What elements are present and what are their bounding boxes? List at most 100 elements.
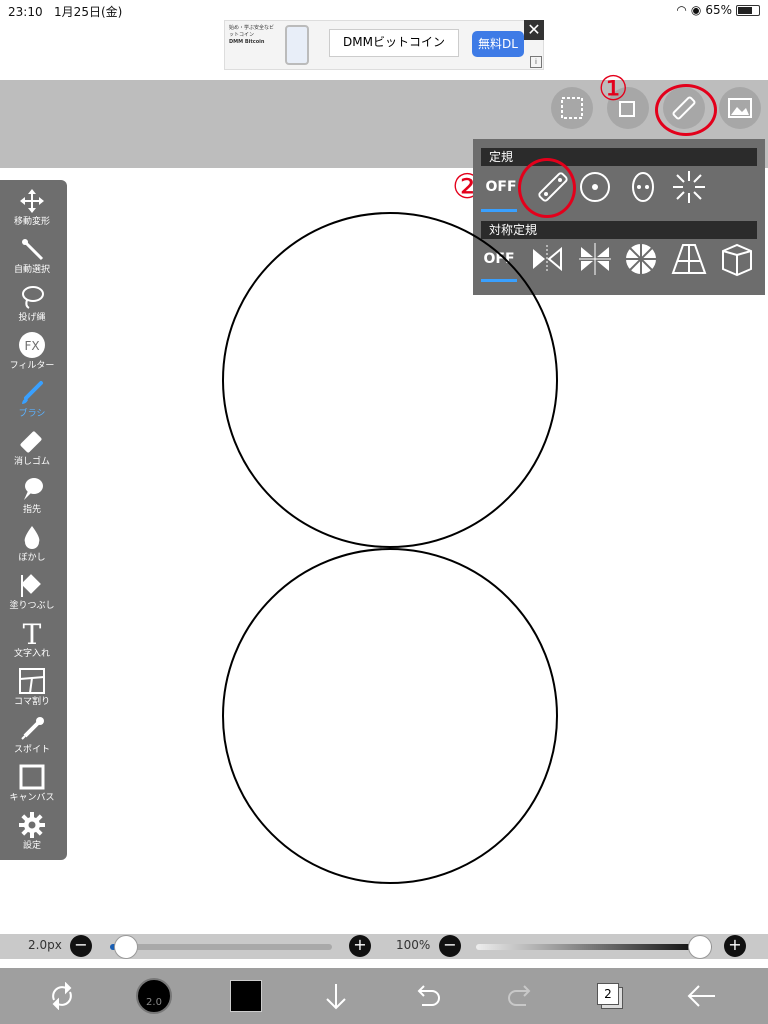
undo-icon [417,985,440,1006]
tool-fill[interactable]: 塗りつぶし [0,570,64,618]
arrow-left-icon [687,985,715,1007]
redo-icon [508,985,531,1006]
download-button[interactable] [316,976,356,1016]
tool-settings-label: 設定 [22,841,41,851]
ad-tagline: 始め・学ぶ安全なビットコイン [229,25,275,38]
layers-button[interactable]: 2 [590,976,630,1016]
selection-button[interactable] [551,87,593,129]
opacity-plus-button[interactable]: + [724,935,746,957]
tool-filter[interactable]: FX フィルター [0,330,64,378]
brush-size-slider[interactable] [110,944,332,950]
ad-mini-text: 始め・学ぶ安全なビットコイン DMM Bitcoin [229,25,277,65]
tool-canvas[interactable]: キャンバス [0,762,64,810]
battery-percent: 65% [705,3,732,17]
tool-eraser[interactable]: 消しゴム [0,426,64,474]
ad-title: DMMビットコイン [329,29,459,57]
tool-fill-label: 塗りつぶし [9,601,55,611]
layers-stack-icon: 2 [597,983,623,1009]
wifi-icon: ◠ [676,3,687,17]
location-icon: ◉ [690,3,702,17]
tool-blur-label: ぼかし [18,553,46,563]
tool-lasso-label: 投げ縄 [18,313,46,323]
layer-count: 2 [597,983,619,1005]
tool-brush[interactable]: ブラシ [0,378,64,426]
blur-icon [24,526,40,549]
brush-size-preview-value: 2.0 [146,997,162,1008]
tool-finger-label: 指先 [22,505,41,515]
ad-download-button[interactable]: 無料DL [472,31,524,57]
ad-close-button[interactable]: ✕ [524,20,544,40]
finger-icon [24,478,43,500]
tool-eyedropper[interactable]: スポイト [0,714,64,762]
tool-text-label: 文字入れ [13,649,50,659]
opacity-minus-button[interactable]: − [439,935,461,957]
status-bar: 23:10 1月25日(金) ◠ ◉ 65% [0,0,768,20]
tool-magic-wand[interactable]: 自動選択 [0,234,64,282]
left-toolbar: 移動変形 自動選択 投げ縄 FX フィルター ブラシ 消しゴム 指先 ぼかし 塗… [0,180,67,860]
drawn-circle-bottom [222,548,558,884]
svg-text:FX: FX [24,339,39,353]
undo-button[interactable] [408,976,448,1016]
brush-size-button[interactable]: 2.0 [134,976,174,1016]
arrow-down-icon [326,984,346,1010]
fill-icon [21,574,41,597]
brush-icon [22,381,43,404]
text-icon: T [23,619,42,647]
magic-wand-icon [22,239,44,261]
brush-size-minus-button[interactable]: − [70,935,92,957]
ad-info-icon[interactable]: i [530,56,542,68]
status-date: 1月25日(金) [54,5,123,19]
brush-size-value: 2.0px [28,938,62,952]
tool-filter-label: フィルター [9,361,55,371]
color-button[interactable] [226,976,266,1016]
tool-settings[interactable]: 設定 [0,810,64,858]
tool-brush-label: ブラシ [18,409,46,419]
tool-finger[interactable]: 指先 [0,474,64,522]
tool-blur[interactable]: ぼかし [0,522,64,570]
svg-text:T: T [23,619,42,647]
tool-frame-label: コマ割り [13,697,50,707]
eyedropper-icon [21,717,44,740]
opacity-slider[interactable] [476,944,712,950]
opacity-value: 100% [396,938,431,952]
opacity-knob[interactable] [688,935,712,959]
tool-canvas-label: キャンバス [9,793,55,803]
status-time: 23:10 [8,5,43,19]
tool-eraser-label: 消しゴム [13,457,50,467]
current-color-swatch [230,980,262,1012]
status-time-date: 23:10 1月25日(金) [8,3,122,20]
brush-size-plus-button[interactable]: + [349,935,371,957]
battery-icon [736,4,760,16]
slider-bar: 2.0px − + 100% − + [0,934,768,959]
status-right: ◠ ◉ 65% [676,3,760,17]
lasso-icon [22,286,44,309]
image-icon [728,98,752,118]
rotate-canvas-button[interactable] [42,976,82,1016]
tool-lasso[interactable]: 投げ縄 [0,282,64,330]
back-button[interactable] [682,976,722,1016]
tool-text[interactable]: T 文字入れ [0,618,64,666]
eraser-icon [20,431,42,453]
ruler-header: 定規 [481,148,757,166]
ad-banner[interactable]: 始め・学ぶ安全なビットコイン DMM Bitcoin DMMビットコイン 無料D… [224,20,544,70]
ad-brand: DMM Bitcoin [229,39,265,45]
brush-size-knob[interactable] [114,935,138,959]
tool-move[interactable]: 移動変形 [0,186,64,234]
canvas-icon [19,764,45,790]
tool-magic-wand-label: 自動選択 [13,265,50,275]
gear-icon [19,812,45,838]
reference-button[interactable] [719,87,761,129]
tool-frame[interactable]: コマ割り [0,666,64,714]
tool-move-label: 移動変形 [13,217,50,227]
drawing-canvas[interactable] [67,168,768,934]
selection-icon [561,97,583,119]
phone-icon [285,25,309,65]
fx-icon: FX [19,332,45,358]
rotate-icon [52,982,72,1010]
bottom-toolbar: 2.0 2 [0,968,768,1024]
annotation-number-one: ① [598,69,629,109]
annotation-circle-ruler-button [655,84,717,136]
redo-button[interactable] [500,976,540,1016]
drawn-circle-top [222,212,558,548]
tool-eyedropper-label: スポイト [13,745,50,755]
